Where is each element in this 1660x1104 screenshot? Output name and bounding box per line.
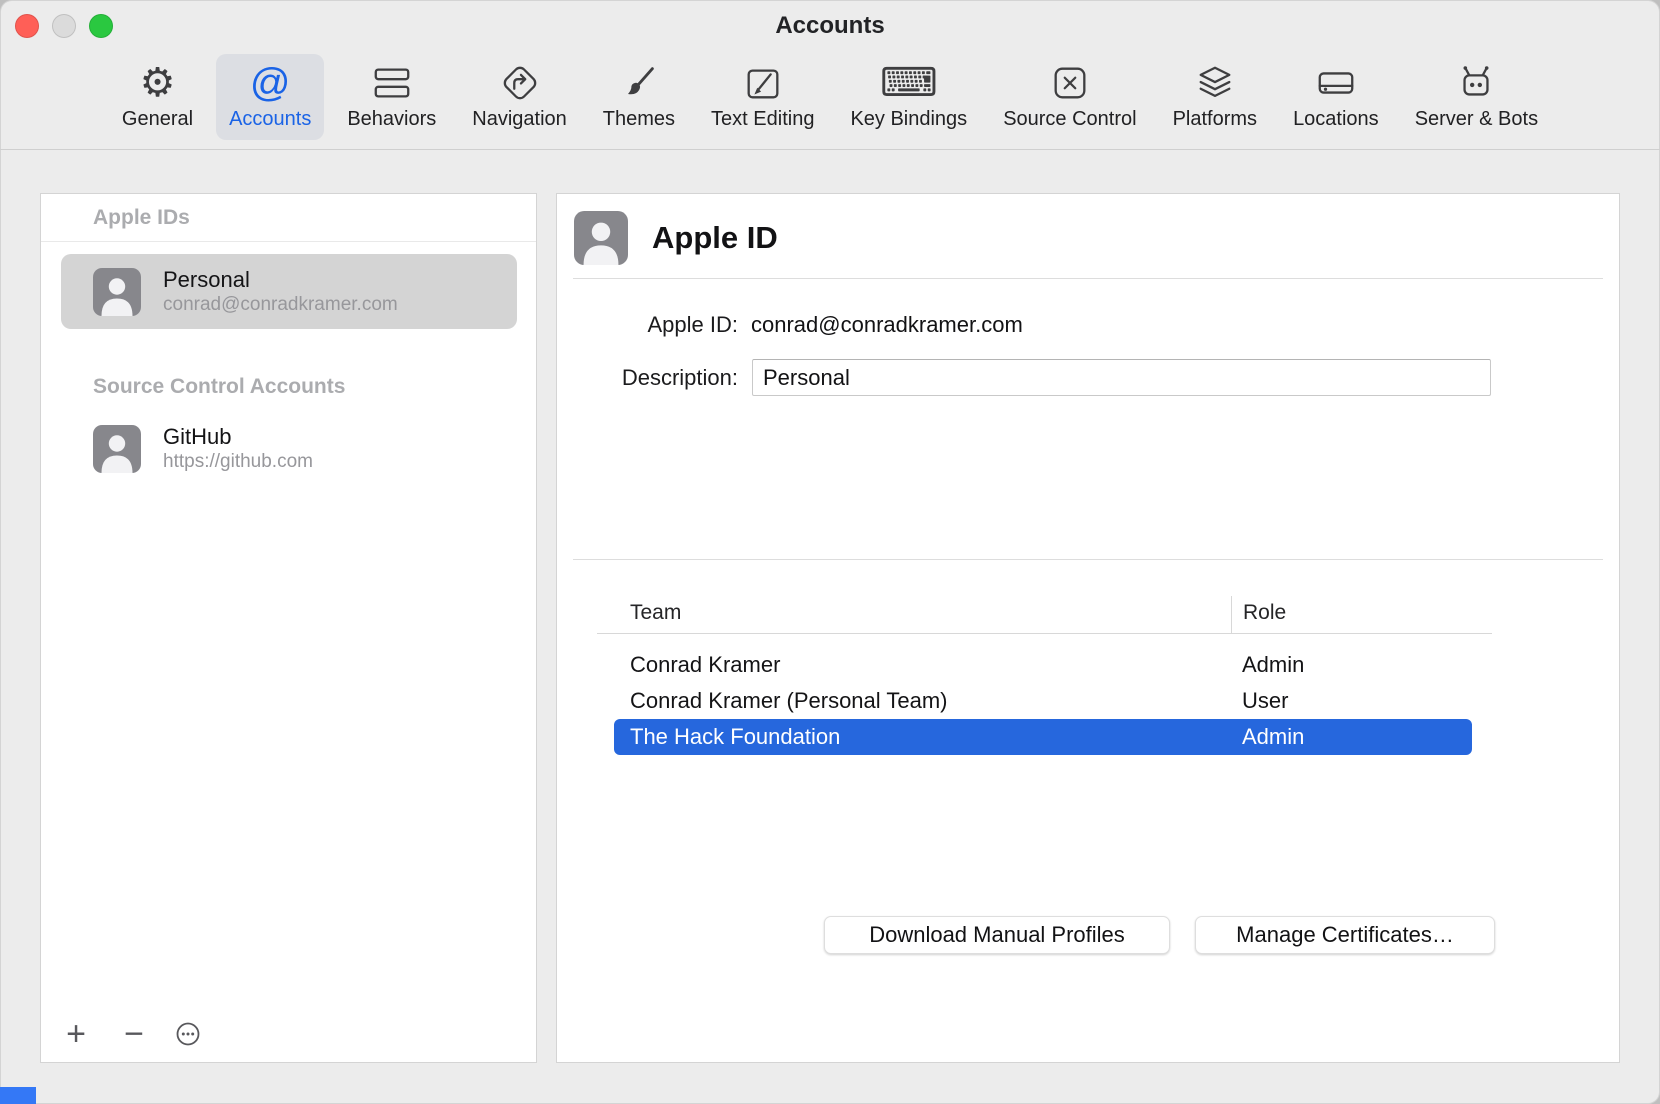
role-cell: User <box>1242 688 1472 714</box>
download-manual-profiles-button[interactable]: Download Manual Profiles <box>824 916 1170 954</box>
preferences-toolbar: ⚙ General @ Accounts Behaviors <box>0 52 1660 150</box>
account-subtitle: https://github.com <box>163 450 313 474</box>
tab-themes[interactable]: Themes <box>590 54 688 140</box>
divider <box>573 559 1603 560</box>
sidebar-section-header-source-control: Source Control Accounts <box>93 375 536 399</box>
remove-account-button[interactable]: − <box>117 1019 151 1049</box>
tab-navigation[interactable]: Navigation <box>459 54 580 140</box>
paintbrush-icon <box>618 59 660 107</box>
tab-behaviors[interactable]: Behaviors <box>334 54 449 140</box>
tab-platforms[interactable]: Platforms <box>1160 54 1270 140</box>
apple-id-value: conrad@conradkramer.com <box>751 312 1023 338</box>
team-cell: The Hack Foundation <box>614 724 1242 750</box>
background-window-fragment <box>0 1087 36 1104</box>
tab-accounts[interactable]: @ Accounts <box>216 54 324 140</box>
table-row[interactable]: Conrad Kramer Admin <box>614 647 1472 683</box>
account-avatar-icon <box>93 425 141 473</box>
sidebar-item-personal[interactable]: Personal conrad@conradkramer.com <box>61 254 517 329</box>
description-input[interactable] <box>752 359 1491 396</box>
detail-title: Apple ID <box>652 220 778 256</box>
tab-general[interactable]: ⚙ General <box>109 54 206 140</box>
accounts-sidebar: Apple IDs Personal conrad@conradkramer.c… <box>40 193 537 1063</box>
titlebar[interactable]: Accounts <box>0 0 1660 52</box>
xcode-settings-window: Accounts ⚙ General @ Accounts Behaviors <box>0 0 1660 1104</box>
ellipsis-circle-icon <box>175 1021 201 1047</box>
account-subtitle: conrad@conradkramer.com <box>163 293 398 317</box>
sidebar-actions: + − <box>59 1019 201 1049</box>
source-control-icon <box>1049 59 1091 107</box>
tab-text-editing[interactable]: Text Editing <box>698 54 827 140</box>
apple-id-detail-panel: Apple ID Apple ID: conrad@conradkramer.c… <box>556 193 1620 1063</box>
at-sign-icon: @ <box>250 59 291 107</box>
tab-source-control[interactable]: Source Control <box>990 54 1149 140</box>
tab-key-bindings[interactable]: ⌨ Key Bindings <box>837 54 980 140</box>
team-cell: Conrad Kramer (Personal Team) <box>614 688 1242 714</box>
sidebar-divider <box>41 241 536 242</box>
robot-icon <box>1455 59 1497 107</box>
account-avatar-icon <box>93 268 141 316</box>
platforms-icon <box>1194 59 1236 107</box>
tab-locations[interactable]: Locations <box>1280 54 1392 140</box>
gear-icon: ⚙ <box>140 59 176 107</box>
manage-certificates-button[interactable]: Manage Certificates… <box>1195 916 1495 954</box>
team-cell: Conrad Kramer <box>614 652 1242 678</box>
text-editing-icon <box>742 59 784 107</box>
account-title: GitHub <box>163 423 313 450</box>
locations-icon <box>1315 59 1357 107</box>
teams-table: Team Role Conrad Kramer Admin Conrad Kra… <box>597 596 1492 755</box>
teams-table-body: Conrad Kramer Admin Conrad Kramer (Perso… <box>597 647 1492 755</box>
table-row-selected[interactable]: The Hack Foundation Admin <box>614 719 1472 755</box>
sidebar-section-header-apple-ids: Apple IDs <box>93 206 536 230</box>
description-label: Description: <box>557 365 738 391</box>
column-header-team: Team <box>597 596 1231 633</box>
role-cell: Admin <box>1242 724 1472 750</box>
apple-id-row: Apple ID: conrad@conradkramer.com <box>557 312 1023 338</box>
window-title: Accounts <box>0 12 1660 40</box>
detail-header: Apple ID <box>574 211 778 265</box>
account-title: Personal <box>163 266 398 293</box>
sidebar-item-github[interactable]: GitHub https://github.com <box>61 411 517 486</box>
apple-id-avatar-icon <box>574 211 628 265</box>
behaviors-icon <box>371 59 413 107</box>
table-row[interactable]: Conrad Kramer (Personal Team) User <box>614 683 1472 719</box>
add-account-button[interactable]: + <box>59 1019 93 1049</box>
screen: Accounts ⚙ General @ Accounts Behaviors <box>0 0 1660 1104</box>
apple-id-label: Apple ID: <box>557 312 738 338</box>
description-row: Description: <box>557 359 1491 396</box>
tab-server-and-bots[interactable]: Server & Bots <box>1402 54 1551 140</box>
teams-table-header: Team Role <box>597 596 1492 634</box>
role-cell: Admin <box>1242 652 1472 678</box>
more-actions-button[interactable] <box>175 1021 201 1047</box>
divider <box>573 278 1603 279</box>
navigation-icon <box>499 59 541 107</box>
keyboard-icon: ⌨ <box>880 59 938 107</box>
column-header-role: Role <box>1231 596 1492 633</box>
